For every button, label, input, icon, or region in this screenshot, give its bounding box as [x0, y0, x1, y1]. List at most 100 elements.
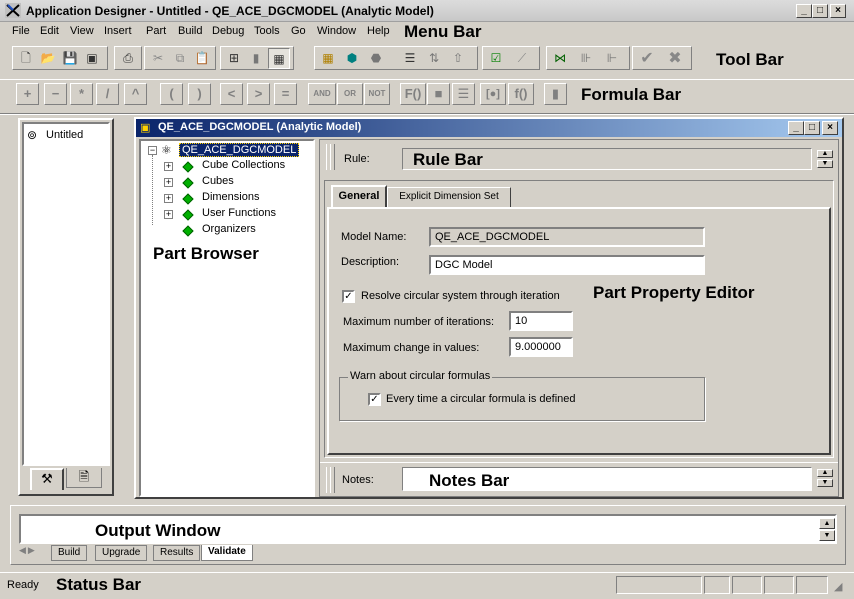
table-icon[interactable]: ▦	[317, 48, 339, 69]
network-icon[interactable]: ⋈	[549, 48, 571, 69]
objects-tab-icon[interactable]: 🗎	[66, 468, 102, 488]
model-maximize-button[interactable]: □	[804, 121, 820, 135]
organizer-ref-icon[interactable]: ▮	[544, 83, 567, 105]
copy-icon[interactable]: ⧉	[169, 48, 191, 69]
max-iterations-field[interactable]: 10	[509, 311, 573, 331]
wand-icon[interactable]: ⟋	[511, 48, 533, 69]
divide-operator-button[interactable]: /	[96, 83, 119, 105]
check-icon[interactable]: ☑	[485, 48, 507, 69]
menu-edit[interactable]: Edit	[40, 25, 59, 37]
minus-operator-button[interactable]: −	[44, 83, 67, 105]
or-operator-button[interactable]: OR	[337, 83, 363, 105]
menu-tools[interactable]: Tools	[254, 25, 280, 37]
menu-window[interactable]: Window	[317, 25, 356, 37]
project-tree[interactable]: ⊚ Untitled	[22, 122, 110, 466]
output-tab-scroll-icon[interactable]: ◀▶	[19, 545, 45, 560]
model-name-field[interactable]: QE_ACE_DGCMODEL	[429, 227, 705, 247]
tree-item-cube-collections[interactable]: Cube Collections	[202, 159, 285, 171]
save-icon[interactable]: 💾	[59, 48, 81, 69]
menu-debug[interactable]: Debug	[212, 25, 244, 37]
open-icon[interactable]: 📂	[37, 48, 59, 69]
cube-icon[interactable]: ⬢	[341, 48, 363, 69]
model-minimize-button[interactable]: _	[788, 121, 804, 135]
rule-input[interactable]: Rule Bar	[402, 148, 812, 170]
output-tab-results[interactable]: Results	[153, 545, 201, 561]
tab-explicit-dimension-set[interactable]: Explicit Dimension Set	[387, 187, 511, 207]
output-tab-upgrade[interactable]: Upgrade	[95, 545, 148, 561]
function-button[interactable]: F()	[400, 83, 426, 105]
hierarchy-icon[interactable]: ⊩	[601, 48, 623, 69]
notes-scroll-down-icon[interactable]: ▼	[817, 479, 833, 487]
open-paren-button[interactable]: (	[160, 83, 183, 105]
validate-icon[interactable]: ▮	[245, 48, 267, 69]
project-root-label[interactable]: Untitled	[46, 129, 83, 141]
user-function-button[interactable]: f()	[508, 83, 534, 105]
menu-help[interactable]: Help	[367, 25, 390, 37]
cube-ref-icon[interactable]: ■	[427, 83, 450, 105]
resolve-circular-checkbox[interactable]: ✓	[342, 290, 355, 303]
output-tab-validate[interactable]: Validate	[201, 545, 253, 561]
tab-general[interactable]: General	[331, 185, 387, 207]
plus-operator-button[interactable]: +	[16, 83, 39, 105]
dimension-icon[interactable]: ⬣	[365, 48, 387, 69]
maximize-button[interactable]: □	[812, 4, 828, 18]
move-icon[interactable]: ⇧	[447, 48, 469, 69]
power-operator-button[interactable]: ^	[124, 83, 147, 105]
project-icon[interactable]: ▦	[268, 48, 290, 69]
equals-button[interactable]: =	[274, 83, 297, 105]
tree-item-dimensions[interactable]: Dimensions	[202, 191, 259, 203]
properties-icon[interactable]: ⊞	[223, 48, 245, 69]
and-operator-button[interactable]: AND	[308, 83, 336, 105]
collapse-root-icon[interactable]: −	[148, 146, 157, 155]
max-change-field[interactable]: 9.000000	[509, 337, 573, 357]
resolve-circular-label[interactable]: Resolve circular system through iteratio…	[361, 290, 560, 302]
list-icon[interactable]: ☰	[399, 48, 421, 69]
menu-file[interactable]: File	[12, 25, 30, 37]
expand-cubes-icon[interactable]: +	[164, 178, 173, 187]
project-tab-icon[interactable]: ⚒	[30, 468, 64, 490]
member-ref-icon[interactable]: [●]	[480, 83, 506, 105]
list-ref-icon[interactable]: ☰	[452, 83, 475, 105]
tree-root-model[interactable]: QE_ACE_DGCMODEL	[179, 143, 300, 157]
paste-icon[interactable]: 📋	[191, 48, 213, 69]
tree-item-cubes[interactable]: Cubes	[202, 175, 234, 187]
resize-grip-icon[interactable]: ◢	[834, 580, 842, 593]
menu-build[interactable]: Build	[178, 25, 202, 37]
model-close-button[interactable]: ×	[822, 121, 838, 135]
reject-icon[interactable]: ✖	[664, 48, 686, 69]
not-operator-button[interactable]: NOT	[364, 83, 390, 105]
description-field[interactable]: DGC Model	[429, 255, 705, 275]
expand-user-functions-icon[interactable]: +	[164, 210, 173, 219]
expand-dimensions-icon[interactable]: +	[164, 194, 173, 203]
menu-insert[interactable]: Insert	[104, 25, 132, 37]
expand-cube-collections-icon[interactable]: +	[164, 162, 173, 171]
output-tab-build[interactable]: Build	[51, 545, 88, 561]
warn-every-time-label[interactable]: Every time a circular formula is defined	[386, 393, 576, 405]
output-text-area[interactable]: Output Window	[19, 514, 837, 544]
rule-scroll-down-icon[interactable]: ▼	[817, 160, 833, 168]
print-icon[interactable]: ⎙	[117, 48, 139, 69]
tree-item-user-functions[interactable]: User Functions	[202, 207, 276, 219]
close-button[interactable]: ×	[830, 4, 846, 18]
cut-icon[interactable]: ✂	[147, 48, 169, 69]
notes-scroll-up-icon[interactable]: ▲	[817, 469, 833, 477]
warn-every-time-checkbox[interactable]: ✓	[368, 393, 381, 406]
multiply-operator-button[interactable]: *	[70, 83, 93, 105]
accept-icon[interactable]: ✔	[636, 48, 658, 69]
save-all-icon[interactable]: ▣	[81, 48, 103, 69]
new-icon[interactable]: 🗋	[15, 48, 37, 69]
tree-item-organizers[interactable]: Organizers	[202, 223, 256, 235]
tree-icon[interactable]: ⊪	[575, 48, 597, 69]
sort-icon[interactable]: ⇅	[423, 48, 445, 69]
rule-scroll-up-icon[interactable]: ▲	[817, 150, 833, 158]
output-scroll-up-icon[interactable]: ▲	[819, 518, 835, 529]
output-scroll-down-icon[interactable]: ▼	[819, 530, 835, 541]
greater-than-button[interactable]: >	[247, 83, 270, 105]
notes-input[interactable]: Notes Bar	[402, 467, 812, 491]
menu-view[interactable]: View	[70, 25, 94, 37]
close-paren-button[interactable]: )	[188, 83, 211, 105]
menu-go[interactable]: Go	[291, 25, 306, 37]
menu-part[interactable]: Part	[146, 25, 166, 37]
less-than-button[interactable]: <	[220, 83, 243, 105]
minimize-button[interactable]: _	[796, 4, 812, 18]
